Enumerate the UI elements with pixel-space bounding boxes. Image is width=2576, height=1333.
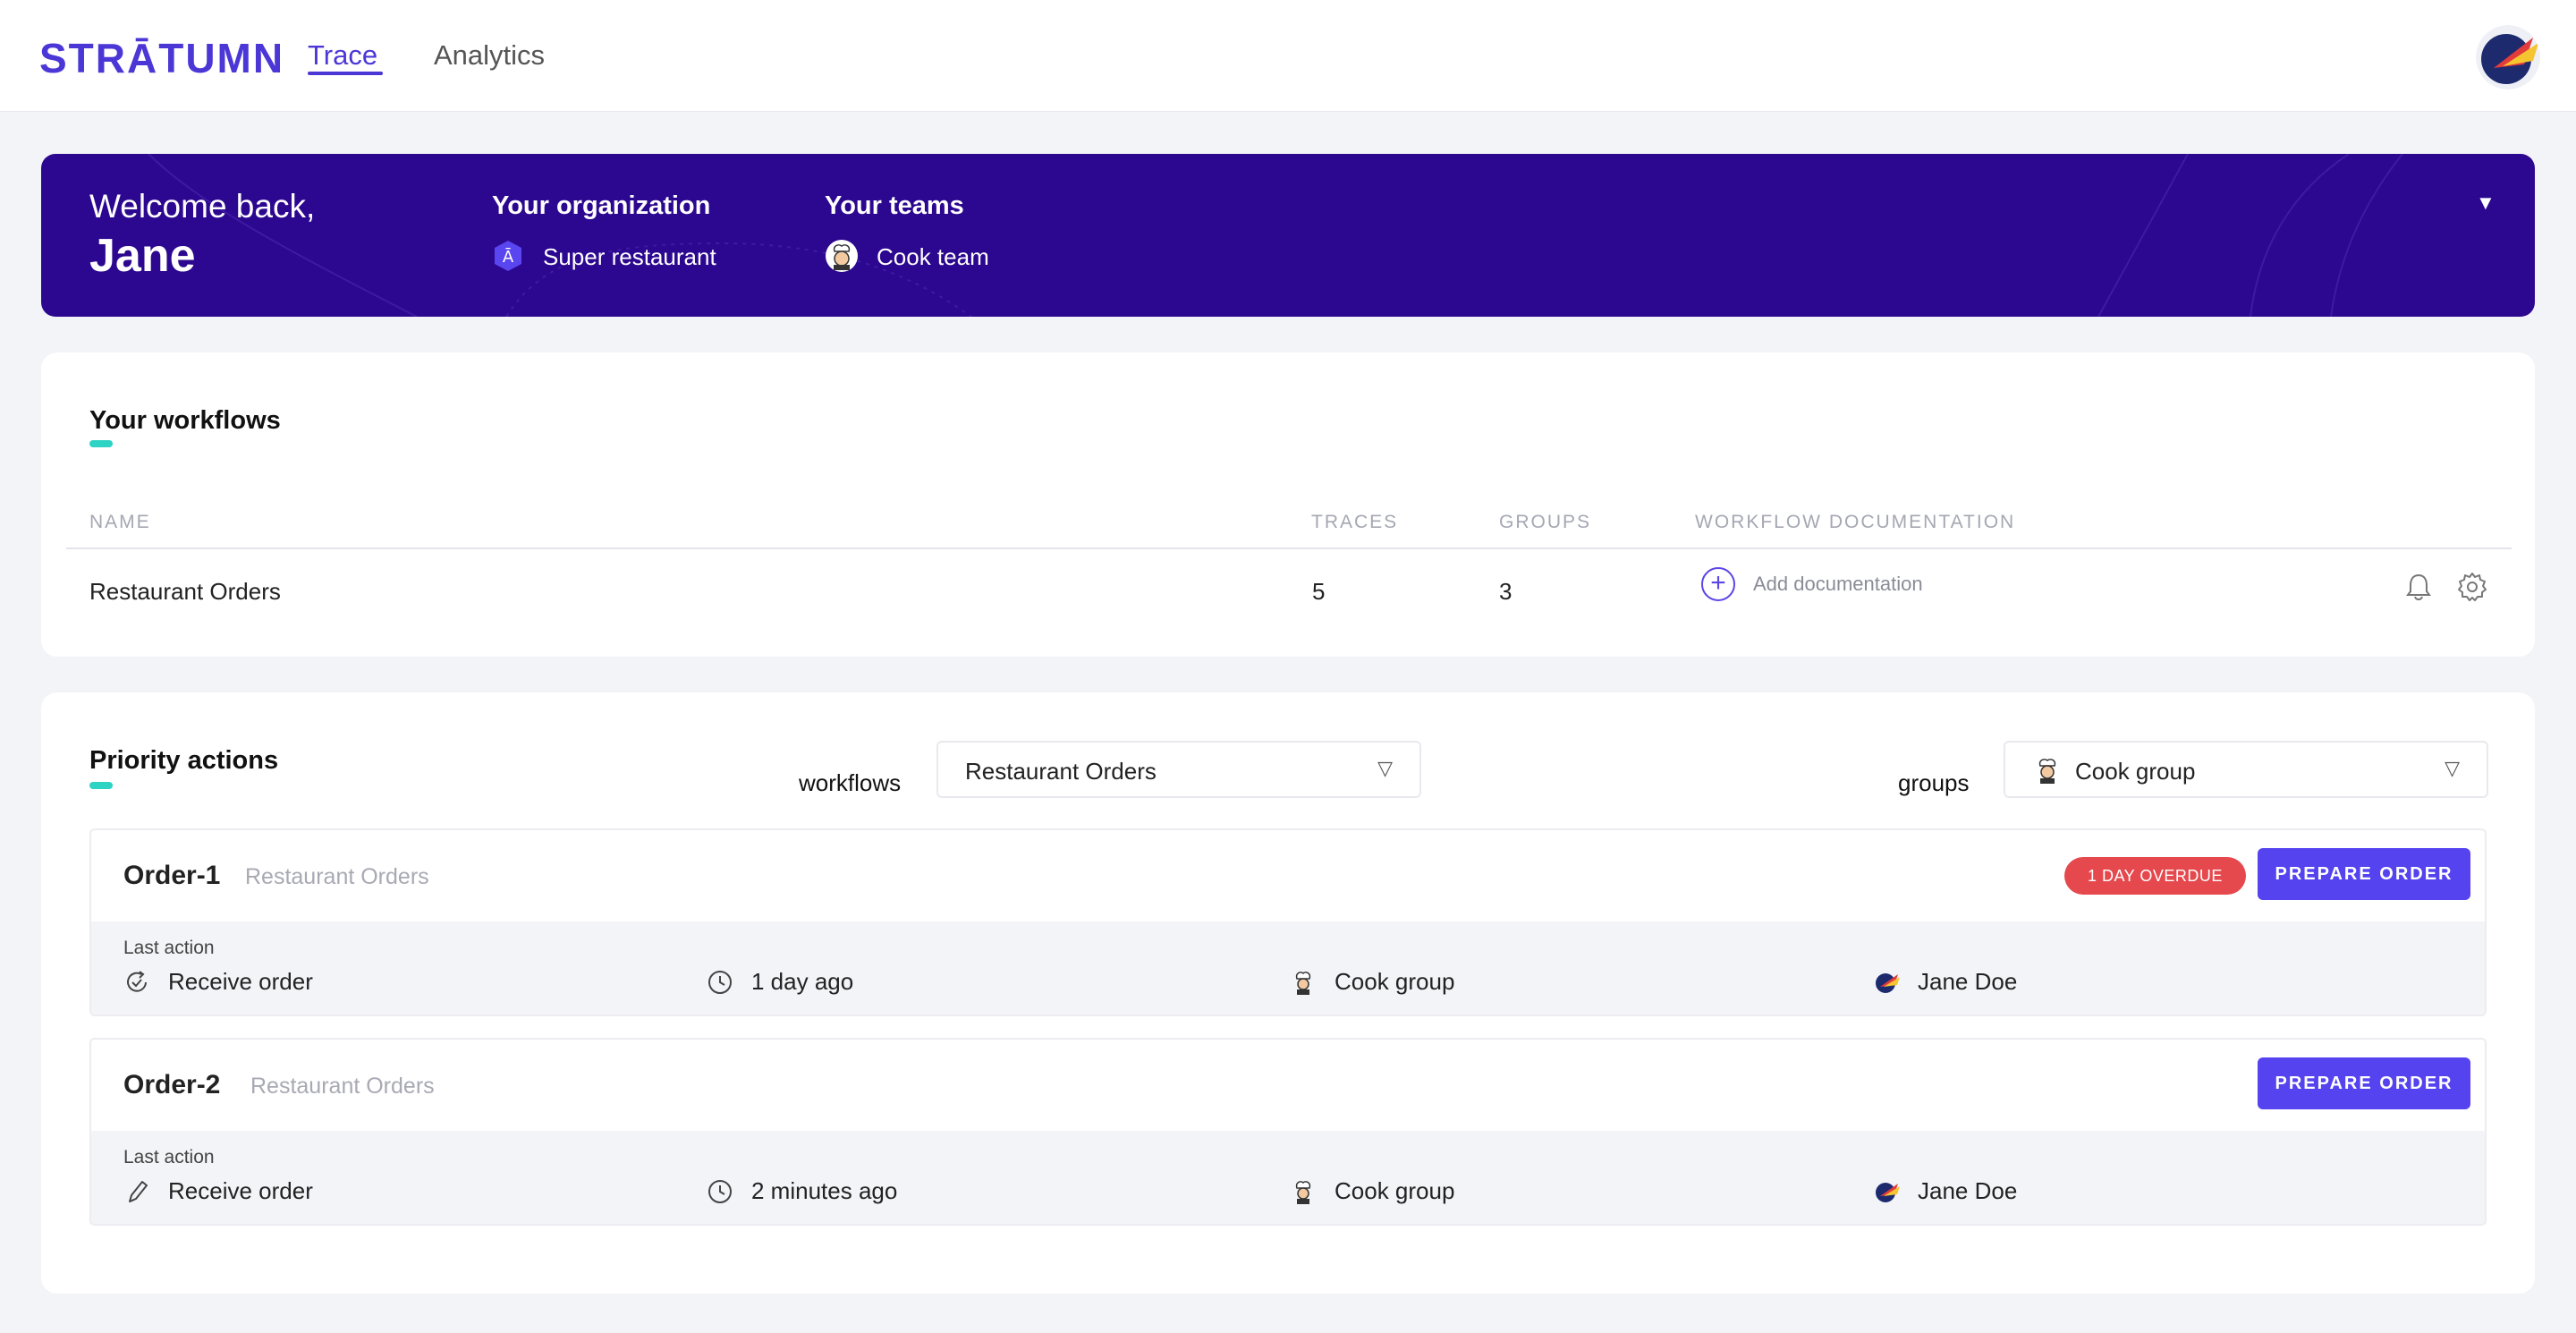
last-action-user: Jane Doe (1873, 968, 2017, 996)
refresh-icon (127, 970, 147, 992)
last-action-name: Receive order (168, 968, 313, 995)
bell-icon[interactable] (2402, 571, 2435, 603)
prepare-order-button[interactable]: PREPARE ORDER (2258, 1057, 2470, 1109)
workflow-traces: 5 (1312, 578, 1326, 605)
add-documentation-label: Add documentation (1753, 573, 1923, 595)
time-ago: 2 minutes ago (751, 1177, 898, 1204)
column-header-documentation: WORKFLOW DOCUMENTATION (1695, 512, 2016, 532)
priority-actions-card: Priority actions workflows Restaurant Or… (41, 692, 2535, 1294)
last-action-time: 1 day ago (707, 968, 853, 996)
time-ago: 1 day ago (751, 968, 854, 995)
user-avatar-icon (1876, 1182, 1900, 1202)
user-avatar[interactable] (2476, 25, 2540, 89)
clock-icon (708, 970, 732, 994)
order-header: Order-2 Restaurant Orders PREPARE ORDER (91, 1040, 2485, 1131)
user-name: Jane Doe (1918, 1177, 2018, 1204)
chef-icon (2038, 759, 2056, 784)
prepare-order-button[interactable]: PREPARE ORDER (2258, 848, 2470, 900)
column-header-name[interactable]: NAME (89, 512, 151, 533)
groups-filter-label: groups (1898, 769, 1970, 796)
workflows-select-value: Restaurant Orders (965, 758, 1157, 785)
active-tab-indicator (308, 72, 383, 75)
title-accent (89, 440, 113, 447)
overdue-badge: 1 DAY OVERDUE (2064, 857, 2246, 895)
order-workflow: Restaurant Orders (245, 864, 429, 889)
banner-decoration (148, 154, 2403, 317)
order-id[interactable]: Order-2 (123, 1070, 220, 1100)
chevron-down-icon: ▽ (2445, 757, 2460, 779)
last-action-label: Last action (123, 938, 215, 958)
welcome-banner: Welcome back, Jane Your organization Ā S… (41, 154, 2535, 317)
tab-trace[interactable]: Trace (308, 39, 377, 72)
last-action-time: 2 minutes ago (707, 1177, 897, 1205)
order-details: Last action Receive order 1 day ago Cook… (91, 921, 2485, 1015)
column-header-groups[interactable]: GROUPS (1499, 512, 1591, 533)
chef-icon (1295, 1180, 1311, 1204)
column-header-traces[interactable]: TRACES (1311, 512, 1398, 533)
last-action-label: Last action (123, 1147, 215, 1167)
organization-heading: Your organization (492, 191, 711, 220)
organization-icon: Ā (495, 241, 521, 271)
table-divider (66, 548, 2512, 549)
last-action-group: Cook group (1290, 1177, 1454, 1205)
user-avatar-icon (1876, 972, 1900, 993)
workflow-name[interactable]: Restaurant Orders (89, 578, 281, 606)
order-workflow: Restaurant Orders (250, 1074, 435, 1099)
banner-collapse-toggle[interactable]: ▼ (2476, 191, 2496, 215)
workflow-groups: 3 (1499, 578, 1513, 605)
last-action-group: Cook group (1290, 968, 1454, 996)
chef-icon (826, 240, 858, 272)
team-name[interactable]: Cook team (877, 243, 989, 271)
teams-heading: Your teams (825, 191, 964, 220)
order-item[interactable]: Order-2 Restaurant Orders PREPARE ORDER … (89, 1038, 2487, 1226)
tab-analytics[interactable]: Analytics (434, 39, 545, 72)
groups-select[interactable]: Cook group ▽ (2004, 741, 2488, 798)
stratumn-logo[interactable]: STRĀTUMN (39, 34, 284, 82)
user-name: Jane Doe (1918, 968, 2018, 995)
workflows-filter-label: workflows (799, 769, 902, 796)
gear-icon[interactable] (2456, 571, 2488, 603)
chevron-down-icon: ▽ (1377, 757, 1393, 779)
title-accent (89, 782, 113, 789)
order-header: Order-1 Restaurant Orders 1 DAY OVERDUE … (91, 830, 2485, 921)
workflows-card: Your workflows NAME TRACES GROUPS WORKFL… (41, 352, 2535, 657)
workflows-select[interactable]: Restaurant Orders ▽ (936, 741, 1421, 798)
last-action-user: Jane Doe (1873, 1177, 2017, 1205)
plus-icon: + (1701, 567, 1735, 601)
priority-actions-title: Priority actions (89, 746, 279, 775)
welcome-message: Welcome back, (89, 188, 316, 225)
pencil-icon (129, 1180, 148, 1202)
svg-text:Ā: Ā (503, 247, 514, 267)
last-action: Receive order (123, 968, 313, 996)
clock-icon (708, 1179, 732, 1203)
last-action-name: Receive order (168, 1177, 313, 1204)
organization-name[interactable]: Super restaurant (543, 243, 716, 271)
groups-select-value: Cook group (2075, 758, 2196, 785)
last-action: Receive order (123, 1177, 313, 1205)
user-name: Jane (89, 230, 196, 282)
chef-icon (1295, 971, 1311, 995)
order-details: Last action Receive order 2 minutes ago (91, 1131, 2485, 1224)
workflows-title: Your workflows (89, 406, 281, 435)
add-documentation-button[interactable]: + Add documentation (1701, 567, 1923, 601)
group-name: Cook group (1335, 968, 1455, 995)
group-name: Cook group (1335, 1177, 1455, 1204)
top-navigation: STRĀTUMN Trace Analytics (0, 0, 2576, 112)
order-item[interactable]: Order-1 Restaurant Orders 1 DAY OVERDUE … (89, 828, 2487, 1016)
order-id[interactable]: Order-1 (123, 861, 220, 891)
